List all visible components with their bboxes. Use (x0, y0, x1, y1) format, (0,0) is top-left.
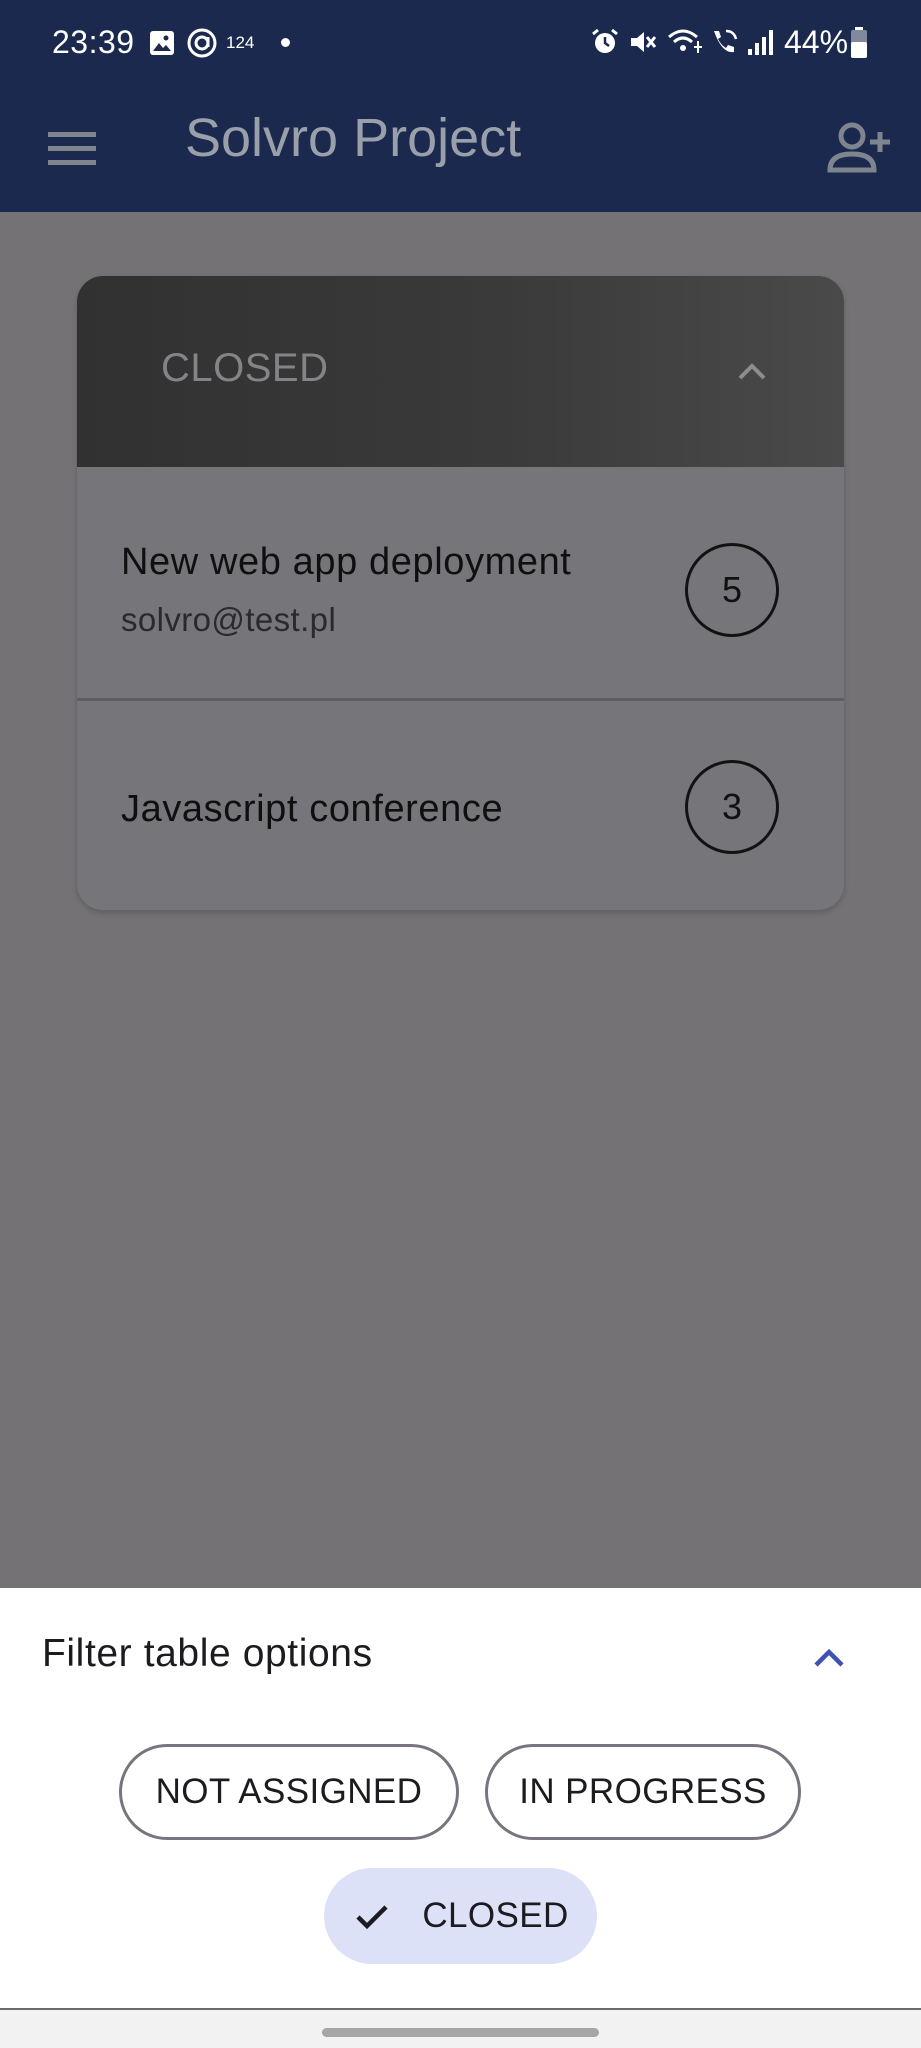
filter-bottom-sheet: Filter table options NOT ASSIGNED IN PRO… (0, 1588, 921, 2008)
sheet-title: Filter table options (42, 1632, 373, 1675)
chevron-up-icon[interactable] (727, 346, 777, 396)
list-item-title: New web app deployment (121, 541, 572, 583)
chip-label: IN PROGRESS (519, 1772, 767, 1811)
wifi-calling-icon (668, 29, 702, 53)
check-icon (356, 1905, 388, 1930)
card-header-title: CLOSED (161, 346, 329, 390)
count-badge: 3 (685, 760, 779, 854)
list-item[interactable]: Javascript conference 3 (77, 704, 844, 910)
mute-icon (631, 32, 657, 52)
at-sign-icon (187, 28, 217, 58)
filter-chip-closed[interactable]: CLOSED (324, 1868, 597, 1964)
status-card: CLOSED New web app deployment solvro@tes… (77, 276, 844, 910)
call-icon (714, 29, 738, 53)
count-badge: 5 (685, 543, 779, 637)
filter-chip-not-assigned[interactable]: NOT ASSIGNED (119, 1744, 459, 1840)
app-title: Solvro Project (185, 108, 522, 168)
status-bar: 23:39 124 44% (0, 0, 921, 86)
battery-percentage: 44% (784, 24, 849, 60)
chevron-up-icon[interactable] (800, 1630, 858, 1688)
system-nav-bar (0, 2008, 921, 2048)
card-header[interactable]: CLOSED (77, 276, 844, 467)
status-time: 23:39 (52, 24, 135, 60)
list-item-title: Javascript conference (121, 788, 504, 830)
menu-icon[interactable] (40, 116, 104, 180)
alarm-icon (592, 28, 618, 53)
app-bar: Solvro Project (0, 86, 921, 212)
list-item-subtitle: solvro@test.pl (121, 601, 337, 638)
chip-label: CLOSED (422, 1896, 569, 1935)
add-person-icon[interactable] (822, 112, 894, 184)
list-item[interactable]: New web app deployment solvro@test.pl 5 (77, 467, 844, 701)
content-area: CLOSED New web app deployment solvro@tes… (0, 212, 921, 1588)
notification-count: 124 (226, 33, 255, 52)
gallery-icon (150, 31, 174, 55)
filter-chip-in-progress[interactable]: IN PROGRESS (485, 1744, 801, 1840)
chip-label: NOT ASSIGNED (155, 1772, 423, 1811)
signal-icon (748, 30, 773, 55)
dot-icon (281, 38, 290, 47)
battery-icon (851, 27, 867, 58)
gesture-handle[interactable] (322, 2028, 599, 2037)
